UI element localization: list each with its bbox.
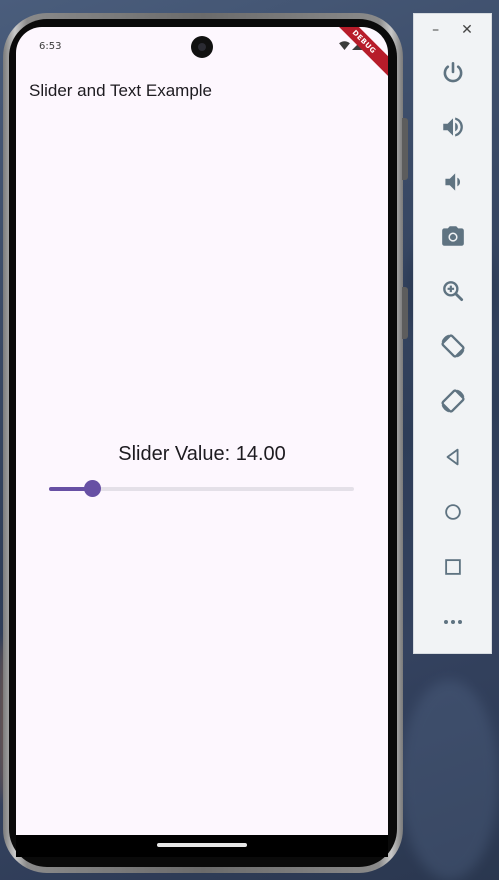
more-button[interactable] [439,608,467,636]
power-button[interactable] [439,59,467,87]
zoom-in-icon [443,281,464,302]
screenshot-button[interactable] [439,222,467,250]
home-button[interactable] [439,498,467,526]
back-button[interactable] [439,443,467,471]
volume-up-button[interactable] [439,113,467,141]
overview-button[interactable] [439,553,467,581]
phone-side-button[interactable] [402,118,408,180]
rotate-left-icon [441,334,465,358]
back-icon [446,448,459,466]
background-shape [400,680,499,880]
rotate-right-button[interactable] [439,387,467,415]
phone-screen: 6:53 DEBUG Slider and Text Example Slide… [16,27,388,835]
more-icon [444,620,462,624]
slider-thumb[interactable] [84,480,101,497]
minimize-button[interactable]: – [432,22,439,38]
overview-icon [445,559,461,575]
camera-icon [191,36,213,58]
home-icon [445,504,461,520]
slider-value-label: Slider Value: 14.00 [118,443,286,465]
emulator-toolbar: – ✕ [413,13,492,654]
rotate-right-icon [441,389,465,413]
debug-banner: DEBUG [323,27,388,83]
page-title: Slider and Text Example [29,81,213,100]
camera-icon [442,226,464,246]
close-button[interactable]: ✕ [461,22,473,38]
volume-down-button[interactable] [439,168,467,196]
home-indicator[interactable] [157,843,247,847]
phone-side-button[interactable] [402,287,408,339]
wifi-icon [339,40,350,50]
power-icon [443,61,463,83]
zoom-button[interactable] [439,277,467,305]
volume-up-icon [443,117,463,137]
volume-down-icon [445,173,461,191]
value-slider[interactable] [49,479,354,499]
rotate-left-button[interactable] [439,332,467,360]
status-time: 6:53 [39,41,62,52]
